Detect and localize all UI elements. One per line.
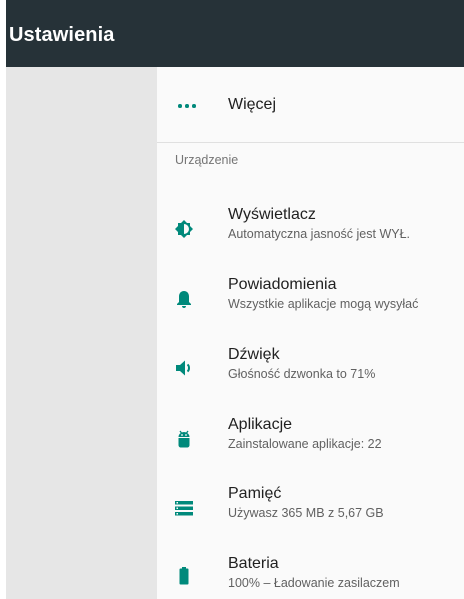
item-subtitle: Głośność dzwonka to 71% <box>228 367 376 381</box>
settings-item-notifications[interactable]: Powiadomienia Wszystkie aplikacje mogą w… <box>157 276 464 344</box>
item-title: Bateria <box>228 555 279 572</box>
item-title: Dźwięk <box>228 346 280 363</box>
item-title: Aplikacje <box>228 416 293 433</box>
brightness-icon <box>175 220 193 238</box>
more-label: Więcej <box>228 96 277 113</box>
left-pane <box>6 67 157 599</box>
settings-item-battery[interactable]: Bateria 100% – Ładowanie zasilaczem <box>157 555 464 599</box>
settings-item-apps[interactable]: Aplikacje Zainstalowane aplikacje: 22 <box>157 416 464 484</box>
volume-icon <box>176 360 190 376</box>
more-item[interactable]: Więcej <box>157 67 464 142</box>
section-header: Urządzenie <box>175 153 239 167</box>
item-subtitle: Wszystkie aplikacje mogą wysyłać <box>228 297 419 311</box>
bell-icon <box>177 291 191 308</box>
item-title: Powiadomienia <box>228 276 337 293</box>
settings-item-sound[interactable]: Dźwięk Głośność dzwonka to 71% <box>157 346 464 414</box>
item-subtitle: Automatyczna jasność jest WYŁ. <box>228 227 411 241</box>
settings-item-storage[interactable]: Pamięć Używasz 365 MB z 5,67 GB <box>157 485 464 553</box>
settings-item-display[interactable]: Wyświetlacz Automatyczna jasność jest WY… <box>157 206 464 274</box>
item-title: Pamięć <box>228 485 282 502</box>
item-subtitle: Zainstalowane aplikacje: 22 <box>228 437 382 451</box>
item-subtitle: Używasz 365 MB z 5,67 GB <box>228 506 384 520</box>
android-icon <box>178 430 190 448</box>
battery-icon <box>179 567 189 585</box>
more-horiz-icon <box>178 104 196 108</box>
settings-list: Więcej Urządzenie Wyświetlacz Automatycz… <box>157 67 464 599</box>
app-toolbar: Ustawienia <box>6 0 464 67</box>
divider <box>157 142 464 143</box>
storage-icon <box>175 501 193 516</box>
item-subtitle: 100% – Ładowanie zasilaczem <box>228 576 400 590</box>
toolbar-title: Ustawienia <box>9 24 115 46</box>
settings-app: Ustawienia Więcej Urządzenie Wyświetlacz… <box>6 0 464 599</box>
item-title: Wyświetlacz <box>228 206 316 223</box>
